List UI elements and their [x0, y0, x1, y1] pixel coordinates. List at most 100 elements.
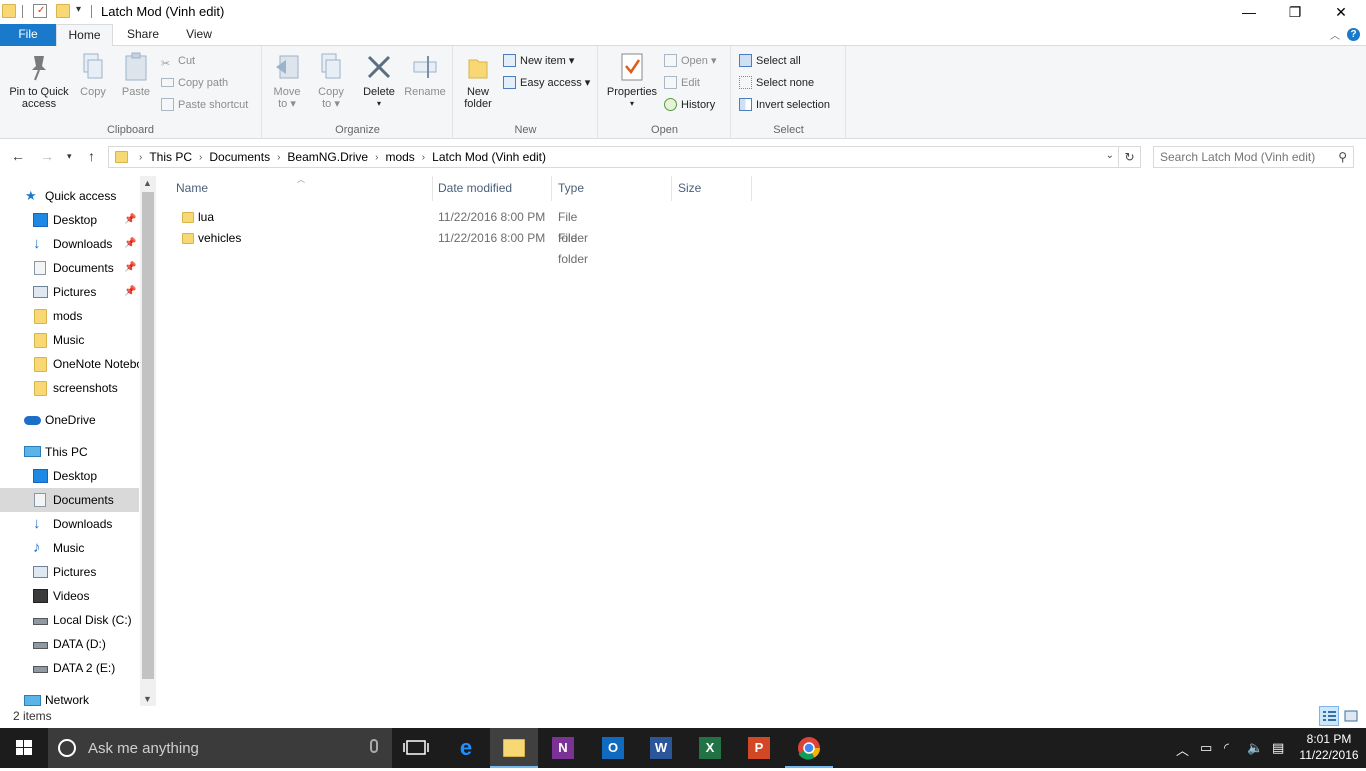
tab-view[interactable]: View	[173, 24, 225, 46]
microphone-icon[interactable]	[370, 739, 378, 753]
cortana-search-bar[interactable]: Ask me anything	[48, 728, 392, 768]
pin-icon[interactable]: 📌	[124, 208, 136, 232]
select-none-button[interactable]: Select none	[739, 73, 814, 93]
taskbar-outlook[interactable]: O	[589, 728, 637, 768]
nav-pc-documents[interactable]: Documents	[0, 488, 139, 512]
nav-pc-pictures[interactable]: Pictures	[0, 560, 139, 584]
scrollbar-thumb[interactable]	[142, 192, 154, 679]
nav-onedrive[interactable]: OneDrive	[0, 408, 139, 432]
battery-icon[interactable]: ▭	[1200, 740, 1212, 756]
cut-button[interactable]: ✂ Cut	[161, 51, 195, 71]
nav-pc-music[interactable]: ♪ Music	[0, 536, 139, 560]
search-input[interactable]	[1160, 149, 1330, 165]
up-arrow-icon[interactable]: ↑	[88, 148, 95, 164]
nav-qa-onenote[interactable]: OneNote Notebooks	[0, 352, 139, 376]
back-arrow-icon[interactable]: ←	[11, 148, 25, 164]
close-button[interactable]: ✕	[1318, 0, 1364, 24]
address-bar[interactable]: › This PC › Documents › BeamNG.Drive › m…	[108, 146, 1119, 168]
wifi-icon[interactable]: ◜	[1224, 740, 1229, 756]
open-button[interactable]: Open ▾	[664, 51, 717, 71]
pin-icon[interactable]: 📌	[124, 280, 136, 304]
copy-to-button[interactable]: Copy to ▾	[311, 52, 351, 110]
taskbar-edge[interactable]: e	[442, 728, 490, 768]
column-header-date-modified[interactable]: Date modified	[432, 176, 552, 201]
taskbar-chrome[interactable]	[785, 728, 833, 768]
tab-share[interactable]: Share	[117, 24, 169, 46]
nav-qa-mods[interactable]: mods	[0, 304, 139, 328]
paste-button[interactable]: Paste	[116, 52, 156, 98]
rename-button[interactable]: Rename	[401, 52, 449, 98]
navigation-scrollbar[interactable]: ▲ ▼	[140, 176, 156, 706]
nav-qa-music[interactable]: Music	[0, 328, 139, 352]
paste-shortcut-button[interactable]: Paste shortcut	[161, 95, 248, 115]
breadcrumb-chevron-icon[interactable]: ›	[375, 152, 378, 163]
breadcrumb-latch-mod[interactable]: Latch Mod (Vinh edit)	[432, 150, 546, 164]
breadcrumb-chevron-icon[interactable]: ›	[199, 152, 202, 163]
breadcrumb-documents[interactable]: Documents	[209, 150, 270, 164]
nav-pc-local-disk-c[interactable]: Local Disk (C:)	[0, 608, 139, 632]
nav-pc-data-2-e[interactable]: DATA 2 (E:)	[0, 656, 139, 680]
taskbar-file-explorer[interactable]	[490, 728, 538, 768]
breadcrumb-chevron-icon[interactable]: ›	[277, 152, 280, 163]
properties-quick-icon[interactable]: ✓	[33, 4, 47, 18]
column-header-type[interactable]: Type	[552, 176, 672, 201]
chevron-up-icon[interactable]: ︿	[1330, 27, 1340, 42]
breadcrumb-chevron-icon[interactable]: ›	[139, 152, 142, 163]
nav-pc-downloads[interactable]: ↓ Downloads	[0, 512, 139, 536]
nav-pc-data-d[interactable]: DATA (D:)	[0, 632, 139, 656]
taskbar-word[interactable]: W	[637, 728, 685, 768]
tab-home[interactable]: Home	[56, 24, 113, 47]
nav-qa-documents[interactable]: Documents 📌	[0, 256, 139, 280]
pin-icon[interactable]: 📌	[124, 232, 136, 256]
nav-qa-pictures[interactable]: Pictures 📌	[0, 280, 139, 304]
history-button[interactable]: History	[664, 95, 715, 115]
properties-button[interactable]: Properties ▾	[603, 52, 661, 110]
search-box[interactable]: ⚲	[1153, 146, 1354, 168]
taskbar-excel[interactable]: X	[686, 728, 734, 768]
minimize-button[interactable]: —	[1226, 0, 1272, 24]
easy-access-button[interactable]: Easy access ▾	[503, 73, 590, 93]
copy-button[interactable]: Copy	[76, 52, 110, 98]
large-icons-view-button[interactable]	[1341, 706, 1361, 726]
nav-qa-screenshots[interactable]: screenshots	[0, 376, 139, 400]
recent-locations-chevron-icon[interactable]: ▾	[67, 151, 72, 162]
taskbar-powerpoint[interactable]: P	[735, 728, 783, 768]
copy-path-button[interactable]: Copy path	[161, 73, 228, 93]
help-icon[interactable]: ?	[1347, 28, 1360, 41]
breadcrumb-chevron-icon[interactable]: ›	[422, 152, 425, 163]
file-row[interactable]: vehicles 11/22/2016 8:00 PM File folder	[176, 228, 606, 266]
nav-pc-desktop[interactable]: Desktop	[0, 464, 139, 488]
file-row[interactable]: lua 11/22/2016 8:00 PM File folder	[176, 207, 606, 245]
move-to-button[interactable]: Move to ▾	[267, 52, 307, 110]
nav-quick-access[interactable]: ★ Quick access	[0, 184, 139, 208]
forward-arrow-icon[interactable]: →	[40, 148, 54, 164]
tab-file[interactable]: File	[0, 24, 56, 46]
show-hidden-icons-chevron-icon[interactable]: ︿	[1176, 740, 1189, 759]
select-all-button[interactable]: Select all	[739, 51, 801, 71]
nav-qa-desktop[interactable]: Desktop 📌	[0, 208, 139, 232]
new-folder-button[interactable]: New folder	[460, 52, 496, 110]
scroll-up-icon[interactable]: ▲	[143, 178, 152, 188]
nav-qa-downloads[interactable]: ↓ Downloads 📌	[0, 232, 139, 256]
action-center-icon[interactable]: ▤	[1272, 740, 1284, 756]
nav-this-pc[interactable]: This PC	[0, 440, 139, 464]
customize-qat-chevron-icon[interactable]: ▾	[76, 4, 81, 15]
breadcrumb-mods[interactable]: mods	[385, 150, 414, 164]
nav-pc-videos[interactable]: Videos	[0, 584, 139, 608]
start-button[interactable]	[0, 728, 48, 768]
pin-icon[interactable]: 📌	[124, 256, 136, 280]
breadcrumb-beamng-drive[interactable]: BeamNG.Drive	[287, 150, 368, 164]
delete-button[interactable]: Delete ▾	[357, 52, 401, 110]
breadcrumb-this-pc[interactable]: This PC	[149, 150, 192, 164]
scroll-down-icon[interactable]: ▼	[143, 694, 152, 704]
details-view-button[interactable]	[1319, 706, 1339, 726]
volume-muted-icon[interactable]: 🔈	[1247, 740, 1263, 756]
search-icon[interactable]: ⚲	[1338, 150, 1347, 164]
edit-button[interactable]: Edit	[664, 73, 700, 93]
invert-selection-button[interactable]: Invert selection	[739, 95, 830, 115]
address-history-chevron-icon[interactable]: ⌄	[1106, 150, 1114, 161]
new-item-button[interactable]: New item ▾	[503, 51, 574, 71]
pin-to-quick-access-button[interactable]: Pin to Quick access	[4, 52, 74, 110]
new-folder-quick-icon[interactable]	[56, 4, 70, 18]
column-header-size[interactable]: Size	[672, 176, 752, 201]
